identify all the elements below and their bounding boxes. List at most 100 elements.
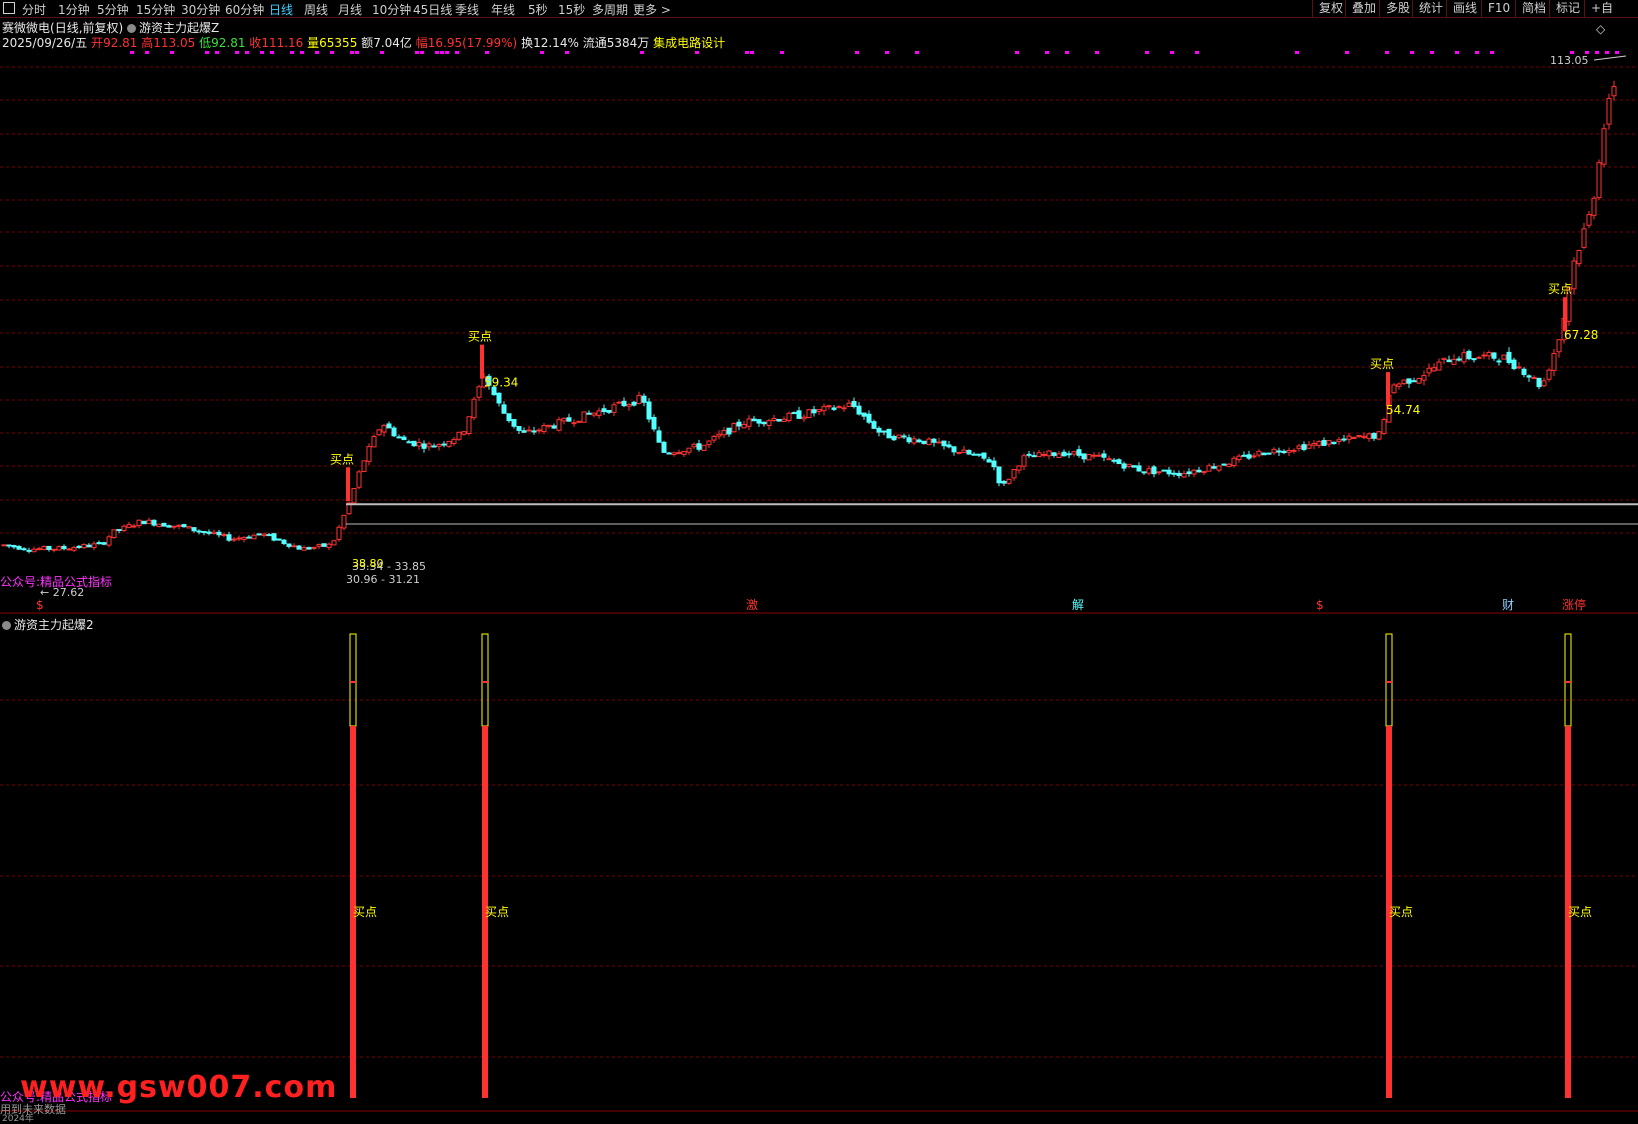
magenta-mark-16 <box>415 51 419 54</box>
candle-body-3 <box>16 545 22 550</box>
magenta-mark-35 <box>1065 51 1069 54</box>
candle-body-89 <box>446 440 452 447</box>
event-marker-0[interactable]: $ <box>36 598 44 612</box>
candle-body-33 <box>166 525 172 528</box>
candle-body-173 <box>866 413 872 423</box>
candle-body-258 <box>1291 449 1297 452</box>
magenta-mark-33 <box>1015 51 1019 54</box>
candle-body-311 <box>1556 339 1562 353</box>
candle-body-103 <box>516 425 522 431</box>
magenta-mark-34 <box>1045 51 1049 54</box>
candle-body-59 <box>296 545 302 550</box>
candle-body-172 <box>861 412 867 417</box>
candle-body-288 <box>1441 357 1447 360</box>
candle-body-233 <box>1166 469 1172 475</box>
candle-body-206 <box>1031 455 1037 458</box>
candle-body-264 <box>1321 440 1327 446</box>
candle-body-295 <box>1476 356 1482 359</box>
candle-body-80 <box>401 436 407 441</box>
candle-body-124 <box>621 400 627 407</box>
candle-body-293 <box>1466 350 1472 360</box>
candle-body-219 <box>1096 454 1102 457</box>
candle-body-307 <box>1536 377 1542 388</box>
candle-body-289 <box>1446 359 1452 363</box>
candle-body-193 <box>966 449 972 455</box>
candle-body-245 <box>1226 463 1232 468</box>
candle-body-26 <box>131 525 137 528</box>
candle-body-176 <box>881 430 887 433</box>
event-marker-2[interactable]: 解 <box>1072 598 1084 612</box>
candle-body-151 <box>756 419 762 424</box>
signal-frame-2 <box>1385 633 1393 727</box>
candle-body-165 <box>826 405 832 408</box>
candle-body-170 <box>851 400 857 407</box>
candle-body-274 <box>1371 432 1377 439</box>
candle-body-286 <box>1431 367 1437 372</box>
main-chart[interactable]: 113.05← 27.6230.96 - 31.2133.34 - 33.853… <box>0 0 1638 614</box>
candle-body-159 <box>796 410 802 419</box>
event-marker-5[interactable]: 涨停 <box>1562 597 1586 612</box>
candle-body-44 <box>221 534 227 537</box>
candle-body-216 <box>1081 453 1087 460</box>
candle-body-61 <box>306 547 312 550</box>
candle-body-2 <box>11 545 17 548</box>
sub-buy-label-1: 买点 <box>485 905 509 919</box>
candle-body-237 <box>1186 471 1192 475</box>
candle-body-256 <box>1281 450 1287 454</box>
candle-body-239 <box>1196 469 1202 473</box>
candle-body-210 <box>1051 452 1057 456</box>
magenta-mark-19 <box>440 51 444 54</box>
candle-body-68 <box>341 514 347 529</box>
candle-body-187 <box>936 441 942 444</box>
candle-body-70 <box>351 488 357 504</box>
candle-body-212 <box>1061 451 1067 457</box>
candle-body-215 <box>1076 449 1082 456</box>
magenta-mark-45 <box>1455 51 1459 54</box>
event-marker-4[interactable]: 财 <box>1502 598 1514 612</box>
candle-body-20 <box>101 542 107 545</box>
sub-toggle-icon[interactable] <box>2 621 11 630</box>
sub-indicator-title[interactable]: 游资主力起爆2 <box>2 616 94 633</box>
candle-body-228 <box>1141 471 1147 474</box>
candle-body-30 <box>151 519 157 526</box>
magenta-mark-22 <box>485 51 489 54</box>
candle-body-73 <box>366 446 372 462</box>
candle-body-16 <box>81 544 87 549</box>
candle-body-45 <box>226 534 232 541</box>
candle-body-66 <box>331 540 337 546</box>
candle-body-278 <box>1391 384 1397 394</box>
candle-body-79 <box>396 436 402 439</box>
candle-body-42 <box>211 531 217 535</box>
candle-body-32 <box>161 522 167 527</box>
watermark-main: 公众号:精品公式指标 <box>0 575 113 589</box>
candle-body-257 <box>1286 449 1292 453</box>
magenta-mark-40 <box>1295 51 1299 54</box>
candle-body-107 <box>536 429 542 432</box>
candle-body-316 <box>1581 228 1587 248</box>
range-value-label: 38.80 <box>352 557 384 570</box>
candle-body-214 <box>1071 451 1077 455</box>
candle-body-202 <box>1011 469 1017 479</box>
magenta-mark-20 <box>445 51 449 54</box>
candle-body-195 <box>976 453 982 456</box>
candle-body-269 <box>1346 435 1352 440</box>
candle-body-232 <box>1161 469 1167 472</box>
candle-body-230 <box>1151 466 1157 475</box>
candle-body-137 <box>686 447 692 453</box>
magenta-mark-51 <box>1605 51 1609 54</box>
sub-chart[interactable]: 买点 买点 买点 买点 <box>0 614 1638 1119</box>
candle-body-60 <box>301 547 307 551</box>
candle-body-50 <box>251 534 257 540</box>
event-marker-1[interactable]: 激 <box>746 598 758 612</box>
candle-body-125 <box>626 404 632 407</box>
magenta-mark-18 <box>435 51 439 54</box>
magenta-mark-17 <box>420 51 424 54</box>
signal-frame-3 <box>1564 633 1572 727</box>
buy-candle-1 <box>480 344 484 379</box>
candle-body-90 <box>451 438 457 444</box>
candle-body-194 <box>971 453 977 456</box>
candle-body-115 <box>576 420 582 423</box>
candle-body-6 <box>31 548 37 553</box>
candle-body-23 <box>116 529 122 532</box>
event-marker-3[interactable]: $ <box>1316 598 1324 612</box>
